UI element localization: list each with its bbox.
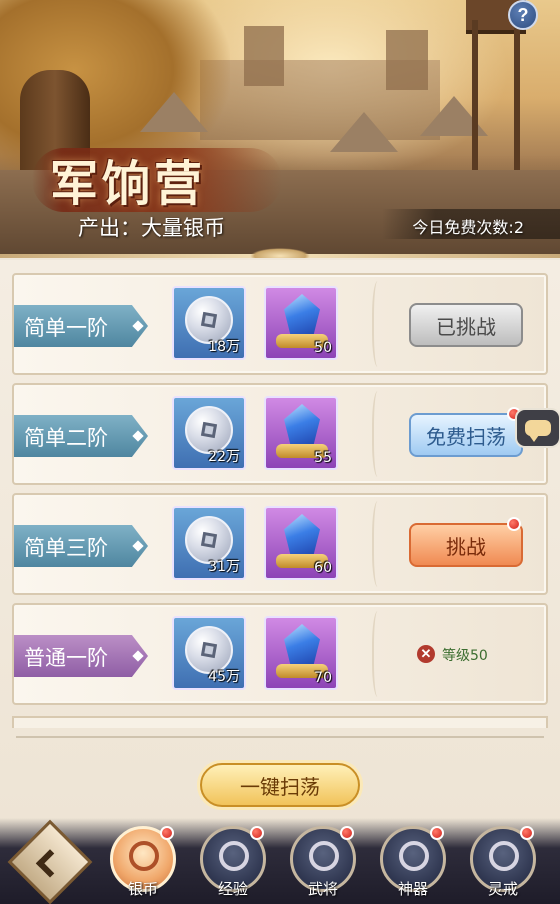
row-divider xyxy=(372,281,386,367)
tier-row-partial xyxy=(12,716,548,728)
fortress-tower-right xyxy=(386,30,428,90)
row-divider xyxy=(372,501,386,587)
gem-icon xyxy=(284,294,320,338)
bottom-nav: 银币 经验 武将 神器 灵戒 xyxy=(0,818,560,904)
gem-reward[interactable]: 70 xyxy=(264,616,338,690)
tag-dot-icon xyxy=(132,430,144,442)
row-divider xyxy=(372,391,386,477)
ring-icon xyxy=(489,841,519,871)
reward-quantity: 45万 xyxy=(208,669,240,685)
nav-label: 经验 xyxy=(217,880,248,898)
nav-label: 神器 xyxy=(397,880,428,898)
row-divider xyxy=(372,611,386,697)
tier-name: 普通一阶 xyxy=(24,646,108,670)
gem-reward[interactable]: 55 xyxy=(264,396,338,470)
gem-reward[interactable]: 60 xyxy=(264,506,338,580)
tier-row: 普通一阶 45万 70 ✕ 等级50 xyxy=(12,603,548,705)
tent-1 xyxy=(140,92,208,132)
gem-icon xyxy=(284,624,320,668)
notification-dot xyxy=(250,826,264,840)
silver-coin-reward[interactable]: 22万 xyxy=(172,396,246,470)
tier-name: 简单三阶 xyxy=(24,536,108,560)
tier-name: 简单二阶 xyxy=(24,426,108,450)
tier-name: 简单一阶 xyxy=(24,316,108,340)
output-text: 产出：大量银币 xyxy=(78,216,225,240)
challenged-button[interactable]: 已挑战 xyxy=(409,303,523,347)
reward-quantity: 18万 xyxy=(208,339,240,355)
tag-dot-icon xyxy=(132,320,144,332)
reward-quantity: 55 xyxy=(314,450,332,466)
tier-tag: 普通一阶 xyxy=(14,635,148,677)
back-button[interactable] xyxy=(7,819,93,904)
free-sweep-button[interactable]: 免费扫荡 xyxy=(409,413,523,457)
nav-label: 武将 xyxy=(307,880,338,898)
notification-dot xyxy=(160,826,174,840)
reward-quantity: 50 xyxy=(314,340,332,356)
reward-quantity: 31万 xyxy=(208,559,240,575)
notification-dot xyxy=(340,826,354,840)
artifact-icon xyxy=(399,841,429,871)
separator xyxy=(16,736,544,738)
free-count: 今日免费次数:2 xyxy=(382,209,560,239)
reward-quantity: 22万 xyxy=(208,449,240,465)
experience-icon xyxy=(219,841,249,871)
gem-icon xyxy=(284,404,320,448)
notification-dot xyxy=(507,517,521,531)
coin-icon xyxy=(129,841,159,871)
tier-row: 简单一阶 18万 50 已挑战 xyxy=(12,273,548,375)
tag-dot-icon xyxy=(132,540,144,552)
tier-tag: 简单三阶 xyxy=(14,525,148,567)
notification-dot xyxy=(430,826,444,840)
silver-coin-reward[interactable]: 18万 xyxy=(172,286,246,360)
general-icon xyxy=(309,841,339,871)
level-requirement: 等级50 xyxy=(442,648,488,664)
nav-label: 银币 xyxy=(127,880,158,898)
tier-row: 简单二阶 22万 55 免费扫荡 xyxy=(12,383,548,485)
page-title: 军饷营 xyxy=(50,156,207,212)
help-icon[interactable]: ? xyxy=(508,0,538,30)
header-banner: ? 军饷营 产出：大量银币 今日免费次数:2 xyxy=(0,0,560,258)
nav-label: 灵戒 xyxy=(487,880,518,898)
tier-tag: 简单一阶 xyxy=(14,305,148,347)
reward-quantity: 60 xyxy=(314,560,332,576)
gem-icon xyxy=(284,514,320,558)
reward-quantity: 70 xyxy=(314,670,332,686)
chat-icon[interactable] xyxy=(515,408,560,448)
sweep-all-button[interactable]: 一键扫荡 xyxy=(200,763,360,807)
locked-icon: ✕ xyxy=(417,645,435,663)
challenge-button[interactable]: 挑战 xyxy=(409,523,523,567)
fortress-tower-left xyxy=(244,26,284,86)
notification-dot xyxy=(520,826,534,840)
tier-row: 简单三阶 31万 60 挑战 xyxy=(12,493,548,595)
silver-coin-reward[interactable]: 31万 xyxy=(172,506,246,580)
tent-2 xyxy=(330,112,398,152)
tag-dot-icon xyxy=(132,650,144,662)
silver-coin-reward[interactable]: 45万 xyxy=(172,616,246,690)
trim-ornament xyxy=(250,248,310,258)
gem-reward[interactable]: 50 xyxy=(264,286,338,360)
tier-tag: 简单二阶 xyxy=(14,415,148,457)
back-arrow-icon xyxy=(35,849,65,878)
